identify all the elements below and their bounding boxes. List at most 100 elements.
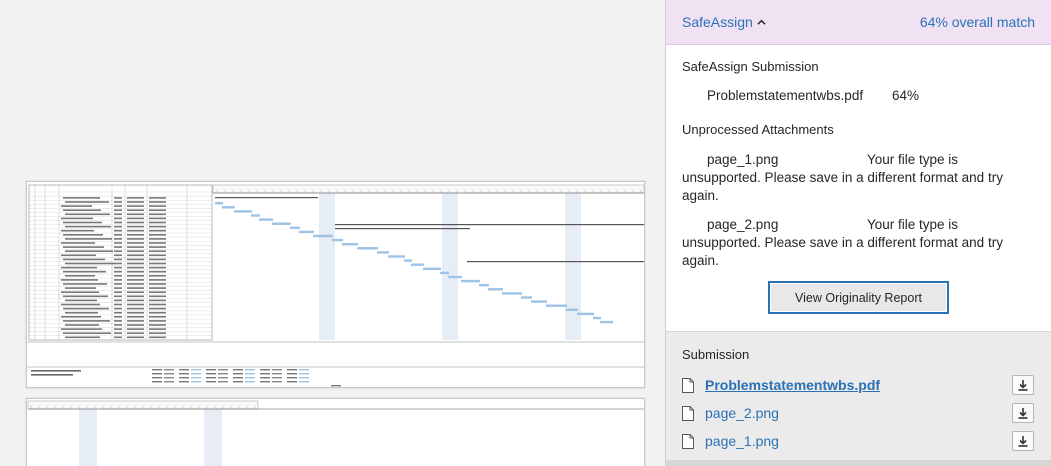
gantt-timeline-header [212, 184, 644, 194]
gantt-row-text [63, 234, 103, 236]
gantt-row-text [127, 283, 144, 285]
gantt-task-bar [440, 271, 449, 275]
gantt-row-text [63, 283, 107, 285]
overall-match-link[interactable]: 64% overall match [920, 14, 1035, 30]
attachment-message: Your file type is [867, 217, 959, 232]
gantt-row-text [114, 303, 122, 306]
gantt-row-text [127, 311, 144, 314]
gantt-row-text [61, 205, 92, 207]
chevron-up-icon [757, 19, 766, 25]
gantt-row-text [65, 213, 110, 216]
gantt-row-text [149, 217, 166, 220]
gantt-row-text [149, 197, 166, 199]
gantt-shade-column [79, 409, 97, 466]
safeassign-panel: SafeAssign 64% overall match SafeAssign … [665, 0, 1051, 466]
gantt-legend-label [287, 381, 297, 383]
gantt-legend-label [179, 377, 189, 379]
gantt-row-text [63, 295, 108, 298]
gantt-summary-bar [215, 197, 318, 199]
gantt-row-text [114, 287, 122, 289]
gantt-row-text [127, 266, 144, 269]
submission-file-row: page_2.png [682, 399, 1036, 427]
gantt-summary-bar [335, 224, 644, 226]
gantt-legend-swatch [191, 377, 201, 379]
gantt-summary-bar [335, 228, 470, 230]
gantt-row-text [65, 201, 109, 203]
gantt-row-text [114, 250, 122, 252]
view-report-wrap: View Originality Report [682, 281, 1035, 314]
gantt-row-text [114, 291, 122, 293]
gantt-row-text [149, 229, 166, 232]
gantt-row-text [61, 254, 96, 257]
gantt-legend-label [260, 377, 270, 379]
gantt-legend-label [206, 369, 216, 371]
gantt-row-text [149, 307, 166, 310]
gantt-row-text [149, 287, 166, 289]
file-icon [682, 433, 694, 449]
gantt-row-text [149, 258, 166, 261]
gantt-task-bar [411, 263, 424, 266]
gantt-row-text [127, 328, 144, 330]
gantt-row-text [127, 279, 144, 281]
gantt-row-text [114, 324, 122, 326]
gantt-row-text [127, 217, 144, 220]
gantt-row-text [149, 262, 166, 265]
gantt-legend-label [179, 373, 189, 375]
gantt-legend-swatch [245, 381, 255, 383]
gantt-row-text [114, 275, 122, 277]
document-viewer[interactable] [0, 0, 665, 466]
gantt-row-text [114, 225, 122, 228]
gantt-task-bar [448, 275, 462, 279]
view-originality-report-button[interactable]: View Originality Report [768, 281, 949, 314]
gantt-legend-label [179, 369, 189, 371]
gantt-legend-swatch [218, 377, 228, 379]
download-button[interactable] [1012, 431, 1034, 451]
gantt-chart-thumbnail-page-2 [27, 400, 644, 466]
gantt-row-text [114, 205, 122, 207]
gantt-task-bar [600, 320, 613, 324]
gantt-legend-label [260, 381, 270, 383]
gantt-task-bar [332, 238, 343, 242]
submission-file-link[interactable]: page_1.png [705, 433, 779, 449]
gantt-row-text [127, 324, 144, 326]
gantt-row-text [127, 201, 144, 203]
gantt-row-text [149, 270, 166, 273]
gantt-legend-swatch [299, 369, 309, 371]
gantt-row-text [127, 234, 144, 236]
attachment-message: Your file type is [867, 152, 959, 167]
gantt-row-text [149, 336, 166, 339]
submission-file-link[interactable]: page_2.png [705, 405, 779, 421]
gantt-summary-bar [467, 261, 644, 263]
gantt-row-text [149, 320, 166, 322]
gantt-row-text [65, 336, 100, 339]
gantt-row-text [127, 291, 144, 293]
gantt-shade-column [319, 192, 335, 340]
gantt-row-text [61, 217, 93, 220]
gantt-task-bar [404, 259, 412, 262]
gantt-task-bar [488, 288, 503, 291]
gantt-row-text [63, 332, 111, 334]
safeassign-header: SafeAssign 64% overall match [666, 0, 1051, 45]
gantt-task-bar [313, 234, 333, 238]
gantt-row-text [114, 316, 122, 318]
gantt-footer-text [31, 370, 81, 372]
gantt-task-bar [251, 214, 260, 217]
gantt-row-text [127, 270, 144, 273]
gantt-row-text [149, 234, 166, 236]
safeassign-submission-percent: 64% [892, 88, 920, 103]
gantt-legend-label [233, 369, 243, 371]
download-button[interactable] [1012, 403, 1034, 423]
gantt-row-text [127, 242, 144, 244]
gantt-legend-swatch [218, 369, 228, 371]
gantt-legend-label [233, 381, 243, 383]
gantt-row-text [149, 238, 166, 240]
submission-file-link[interactable]: Problemstatementwbs.pdf [705, 377, 880, 393]
safeassign-toggle[interactable]: SafeAssign [682, 14, 766, 30]
download-button[interactable] [1012, 375, 1034, 395]
gantt-legend-swatch [272, 369, 282, 371]
gantt-shade-column [565, 192, 581, 340]
attachment-name: page_1.png [707, 152, 779, 167]
gantt-row-text [114, 221, 122, 224]
gantt-row-text [149, 332, 166, 334]
gantt-row-text [127, 221, 144, 224]
